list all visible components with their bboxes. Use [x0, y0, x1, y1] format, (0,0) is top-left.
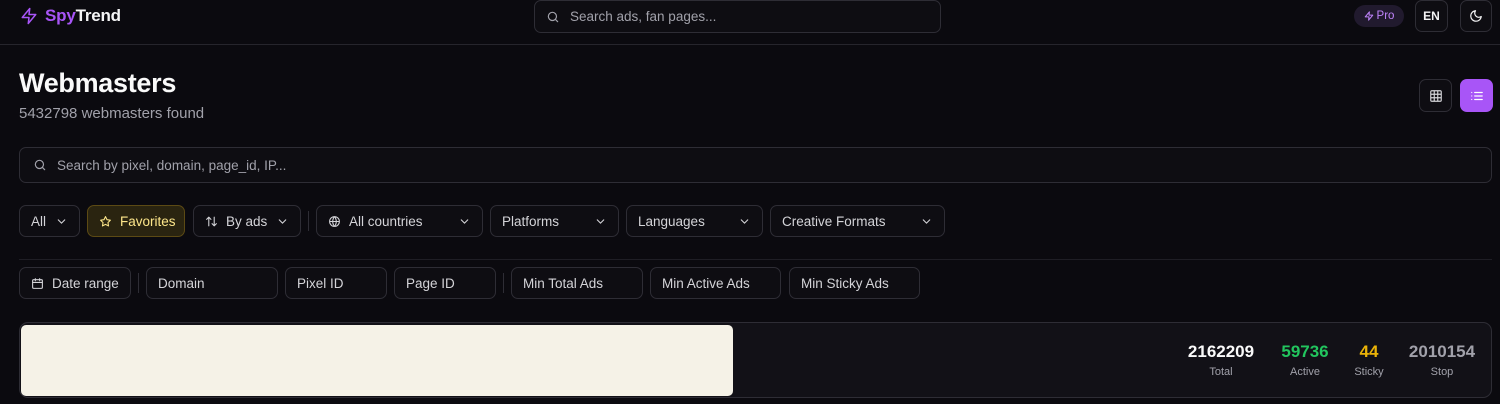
page-id-placeholder: Page ID — [406, 275, 455, 291]
chevron-down-icon — [922, 218, 931, 224]
creative-formats-label: Creative Formats — [782, 213, 886, 229]
chevron-down-icon — [596, 218, 605, 224]
webmaster-search-input[interactable] — [57, 157, 1457, 173]
top-bar: SpyTrend Pro EN — [0, 0, 1500, 45]
webmaster-search[interactable] — [19, 147, 1492, 183]
stat-sticky-value: 44 — [1359, 342, 1379, 361]
stat-total: 2162209 Total — [1175, 342, 1267, 378]
pixel-id-field[interactable]: Pixel ID — [285, 267, 387, 299]
sort-label: By ads — [226, 213, 268, 229]
theme-toggle-button[interactable] — [1460, 0, 1492, 32]
sort-dropdown[interactable]: By ads — [193, 205, 301, 237]
stat-stop-value: 2010154 — [1408, 342, 1476, 361]
stat-total-value: 2162209 — [1187, 342, 1255, 361]
stat-total-label: Total — [1209, 366, 1233, 378]
min-sticky-ads-field[interactable]: Min Sticky Ads — [789, 267, 920, 299]
min-active-ads-field[interactable]: Min Active Ads — [650, 267, 781, 299]
page-title: Webmasters — [19, 68, 177, 98]
divider — [138, 273, 139, 293]
stat-stop-label: Stop — [1430, 366, 1454, 378]
pro-label: Pro — [1376, 10, 1395, 22]
pro-badge[interactable]: Pro — [1354, 5, 1404, 27]
languages-dropdown[interactable]: Languages — [626, 205, 763, 237]
min-sticky-ads-placeholder: Min Sticky Ads — [801, 275, 889, 291]
stats-card: 2162209 Total 59736 Active 44 Sticky 201… — [19, 322, 1492, 398]
logo-text-spy: Spy — [45, 6, 76, 25]
globe-icon — [329, 215, 340, 227]
search-icon — [34, 159, 46, 171]
moon-icon — [1470, 10, 1482, 22]
countries-dropdown[interactable]: All countries — [316, 205, 483, 237]
list-icon — [1470, 91, 1483, 100]
min-active-ads-placeholder: Min Active Ads — [662, 275, 750, 291]
search-icon — [547, 11, 559, 22]
creative-formats-dropdown[interactable]: Creative Formats — [770, 205, 945, 237]
stat-active-label: Active — [1290, 366, 1320, 378]
global-search-input[interactable] — [570, 9, 910, 24]
chevron-down-icon — [740, 218, 749, 224]
divider — [503, 273, 504, 293]
chevron-down-icon — [460, 218, 469, 224]
stat-sticky: 44 Sticky — [1342, 342, 1396, 378]
zap-icon — [1364, 11, 1373, 21]
all-filter-dropdown[interactable]: All — [19, 205, 80, 237]
date-range-label: Date range — [52, 275, 119, 291]
page-id-field[interactable]: Page ID — [394, 267, 496, 299]
platforms-label: Platforms — [502, 213, 560, 229]
domain-placeholder: Domain — [158, 275, 205, 291]
list-view-button[interactable] — [1460, 79, 1493, 112]
chevron-down-icon — [278, 218, 287, 224]
stat-active: 59736 Active — [1270, 342, 1340, 378]
star-icon — [100, 215, 111, 226]
sort-icon — [206, 216, 217, 226]
logo[interactable]: SpyTrend — [20, 6, 121, 26]
favorites-button[interactable]: Favorites — [87, 205, 185, 237]
stat-active-value: 59736 — [1281, 342, 1329, 361]
pixel-id-placeholder: Pixel ID — [297, 275, 344, 291]
divider — [308, 211, 309, 231]
all-filter-label: All — [31, 213, 47, 229]
stat-sticky-label: Sticky — [1354, 366, 1384, 378]
chevron-down-icon — [57, 218, 66, 224]
results-count: 5432798 webmasters found — [19, 105, 205, 122]
platforms-dropdown[interactable]: Platforms — [490, 205, 619, 237]
stat-stop: 2010154 Stop — [1397, 342, 1487, 378]
zap-icon — [21, 7, 37, 25]
grid-icon — [1429, 89, 1442, 102]
divider — [19, 259, 1492, 260]
languages-label: Languages — [638, 213, 705, 229]
global-search[interactable] — [534, 0, 941, 33]
min-total-ads-field[interactable]: Min Total Ads — [511, 267, 643, 299]
domain-field[interactable]: Domain — [146, 267, 278, 299]
date-range-button[interactable]: Date range — [19, 267, 131, 299]
logo-text-trend: Trend — [75, 6, 121, 25]
logo-text: SpyTrend — [45, 6, 121, 26]
min-total-ads-placeholder: Min Total Ads — [523, 275, 604, 291]
countries-label: All countries — [349, 213, 423, 229]
stats-banner-image — [21, 325, 733, 396]
grid-view-button[interactable] — [1419, 79, 1452, 112]
calendar-icon — [32, 277, 43, 289]
favorites-label: Favorites — [120, 213, 176, 229]
language-button[interactable]: EN — [1415, 0, 1448, 32]
